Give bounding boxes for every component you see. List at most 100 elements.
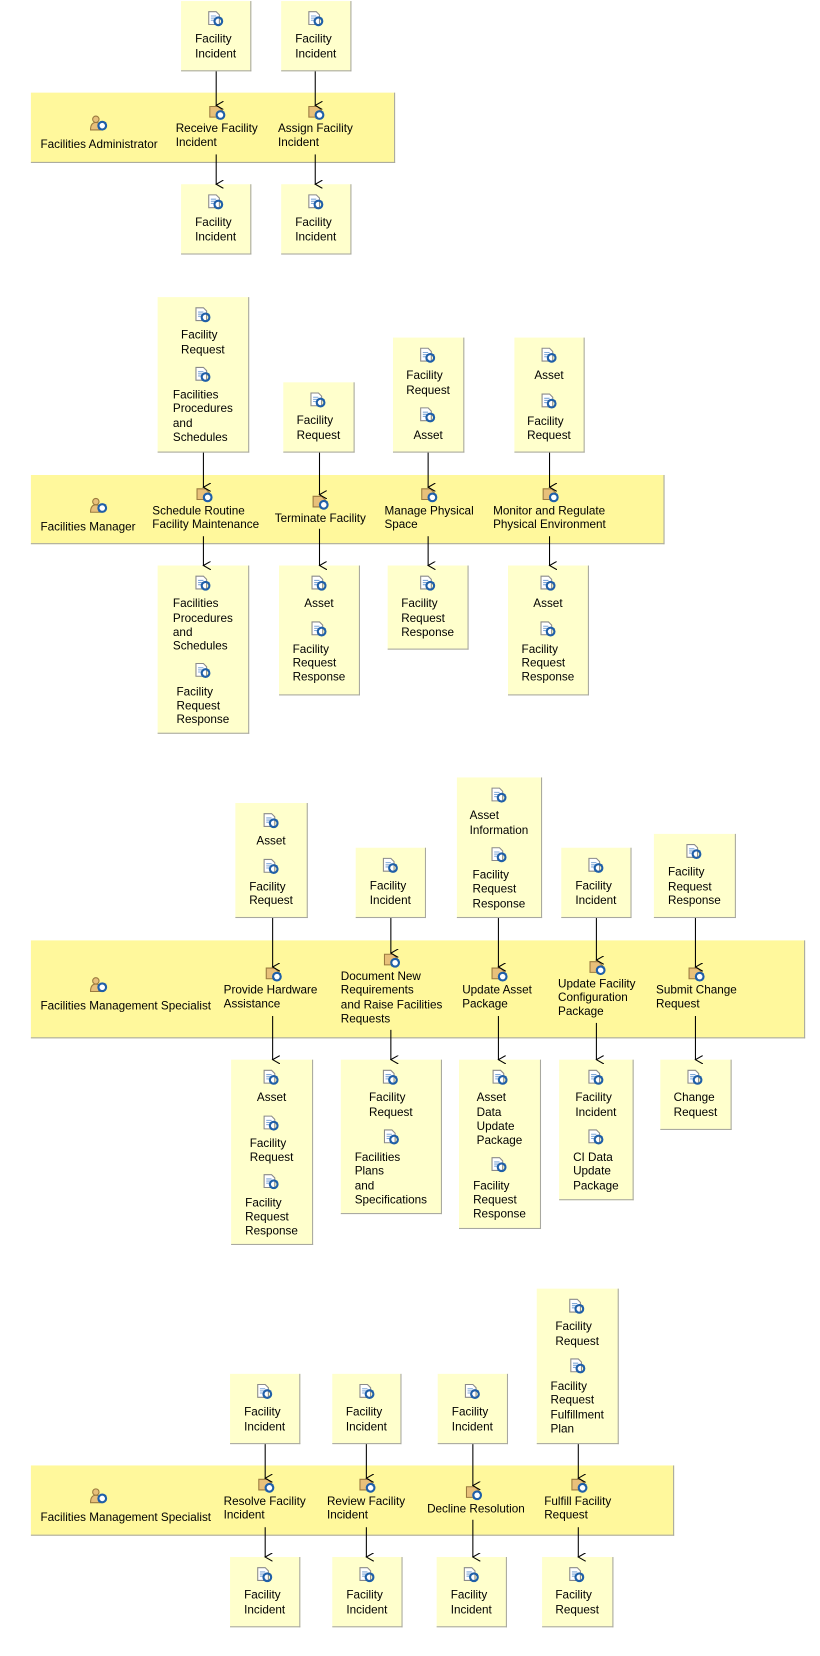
activity[interactable]: Schedule Routine Facility Maintenance: [152, 486, 259, 532]
artifact-item[interactable]: Asset: [304, 575, 334, 612]
role[interactable]: Facilities Administrator: [40, 115, 158, 151]
output-artifact-box[interactable]: Facility Incident: [436, 1557, 507, 1628]
artifact-item[interactable]: CI Data Update Package: [573, 1129, 619, 1194]
artifact-item[interactable]: Facility Request: [249, 858, 293, 909]
output-artifact-box[interactable]: Facility Incident: [332, 1557, 403, 1628]
role[interactable]: Facilities Manager: [40, 497, 136, 533]
input-artifact-box[interactable]: Facility Incident: [437, 1373, 509, 1445]
artifact-item[interactable]: Facility Incident: [451, 1567, 492, 1618]
artifact-item[interactable]: Facility Request: [527, 393, 571, 444]
input-artifact-box[interactable]: Asset Facility Request: [235, 803, 308, 919]
document-artifact-icon: [256, 1383, 274, 1404]
artifact-item[interactable]: Facility Request Response: [668, 843, 721, 908]
output-artifact-box[interactable]: Facility Incident: [181, 184, 252, 255]
activity[interactable]: Review Facility Incident: [327, 1477, 405, 1523]
input-artifact-box[interactable]: Facility Incident: [281, 1, 352, 72]
artifact-item[interactable]: Facility Request Response: [245, 1174, 298, 1239]
artifact-item[interactable]: Facility Incident: [195, 194, 236, 245]
activity[interactable]: Update Asset Package: [462, 966, 532, 1012]
activity[interactable]: Resolve Facility Incident: [224, 1477, 306, 1523]
input-artifact-box[interactable]: Asset Facility Request: [514, 337, 585, 453]
artifact-item[interactable]: Asset: [533, 575, 563, 612]
artifact-item[interactable]: Facilities Procedures and Schedules: [173, 575, 233, 654]
artifact-item[interactable]: Facility Incident: [244, 1383, 285, 1434]
input-artifact-box[interactable]: Facility Request Response: [653, 833, 736, 919]
input-artifact-box[interactable]: Facility Request: [283, 382, 355, 453]
artifact-item[interactable]: Facility Request: [369, 1069, 413, 1120]
role[interactable]: Facilities Management Specialist: [40, 977, 211, 1013]
artifact-item[interactable]: Facility Request Response: [473, 847, 525, 912]
artifact-item[interactable]: Facility Incident: [295, 11, 336, 62]
artifact-item[interactable]: Facility Incident: [575, 857, 616, 908]
input-artifact-box[interactable]: Asset Information Facility Request Respon…: [456, 777, 543, 919]
artifact-item[interactable]: Facility Incident: [370, 857, 411, 908]
artifact-item[interactable]: Facility Request: [297, 392, 340, 443]
artifact-item[interactable]: Facilities Plans and Specifications: [355, 1129, 427, 1208]
output-artifact-box[interactable]: Facility Request Response: [387, 565, 469, 650]
activity[interactable]: Provide Hardware Assistance: [224, 966, 317, 1012]
artifact-item[interactable]: Facility Request: [181, 307, 225, 358]
input-artifact-box[interactable]: Facility Incident: [181, 1, 252, 72]
artifact-item[interactable]: Facility Incident: [346, 1567, 387, 1618]
artifact-item[interactable]: Facility Request Response: [176, 663, 229, 728]
activity[interactable]: Assign Facility Incident: [278, 104, 353, 150]
artifact-item[interactable]: Facility Request Response: [522, 620, 574, 685]
output-artifact-box[interactable]: Facility Incident CI Data Update Package: [559, 1059, 634, 1201]
artifact-item[interactable]: Facility Incident: [575, 1069, 616, 1120]
input-artifact-box[interactable]: Facility Request Facilities Procedures an…: [157, 297, 250, 453]
input-artifact-box[interactable]: Facility Incident: [561, 847, 632, 919]
artifact-item[interactable]: Facility Request Response: [293, 620, 345, 685]
artifact-item[interactable]: Facility Request: [406, 347, 450, 398]
artifact-item[interactable]: Asset: [534, 347, 564, 384]
output-artifact-box[interactable]: Asset Facility Request Response: [279, 565, 360, 696]
artifact-item[interactable]: Facility Incident: [295, 194, 336, 245]
artifact-item[interactable]: Facility Request: [250, 1115, 293, 1166]
artifact-item[interactable]: Facilities Procedures and Schedules: [173, 366, 233, 445]
artifact-item[interactable]: Asset: [257, 1069, 286, 1106]
input-artifact-box[interactable]: Facility Request Asset: [392, 337, 465, 453]
artifact-item[interactable]: Facility Request Response: [473, 1157, 526, 1222]
artifact-item[interactable]: Facility Incident: [244, 1567, 285, 1618]
input-artifact-box[interactable]: Facility Incident: [230, 1373, 301, 1445]
output-artifact-box[interactable]: Asset Facility Request Response: [508, 565, 589, 696]
artifact-item[interactable]: Facility Incident: [346, 1383, 387, 1434]
input-artifact-box[interactable]: Facility Incident: [355, 847, 427, 919]
output-artifact-box[interactable]: Asset Data Update Package Facility Reques…: [459, 1059, 542, 1230]
output-artifact-box[interactable]: Facilities Procedures and Schedules Facil…: [157, 565, 250, 734]
artifact-item[interactable]: Change Request: [674, 1069, 717, 1120]
activity-task-icon: [258, 1477, 277, 1498]
artifact-item[interactable]: Asset Information: [469, 787, 529, 838]
artifact-item[interactable]: Facility Request: [555, 1567, 599, 1618]
activity[interactable]: Receive Facility Incident: [176, 104, 258, 150]
document-artifact-icon: [194, 663, 212, 684]
artifact-label: Facility Request Response: [245, 1196, 298, 1238]
output-artifact-box[interactable]: Facility Request: [542, 1557, 614, 1628]
artifact-item[interactable]: Facility Request: [555, 1298, 599, 1349]
artifact-item[interactable]: Asset: [413, 407, 443, 444]
activity-task-icon: [312, 494, 331, 515]
role[interactable]: Facilities Management Specialist: [40, 1488, 211, 1524]
activity[interactable]: Fulfill Facility Request: [544, 1477, 611, 1523]
activity[interactable]: Terminate Facility: [275, 494, 366, 526]
activity[interactable]: Monitor and Regulate Physical Environmen…: [493, 486, 606, 532]
artifact-item[interactable]: Asset: [256, 813, 286, 850]
artifact-label: Asset Information: [469, 809, 529, 837]
output-artifact-box[interactable]: Facility Incident: [281, 184, 352, 255]
activity[interactable]: Document New Requirements and Raise Faci…: [341, 952, 442, 1027]
input-artifact-box[interactable]: Facility Request Facility Request Fulfill…: [536, 1288, 619, 1445]
artifact-item[interactable]: Facility Request Fulfillment Plan: [551, 1358, 604, 1437]
output-artifact-box[interactable]: Facility Incident: [230, 1557, 301, 1628]
activity[interactable]: Submit Change Request: [656, 966, 737, 1012]
output-artifact-box[interactable]: Asset Facility Request Facility Request Re…: [231, 1059, 314, 1245]
artifact-item[interactable]: Asset Data Update Package: [477, 1069, 522, 1148]
input-artifact-box[interactable]: Facility Incident: [332, 1373, 402, 1445]
artifact-item[interactable]: Facility Incident: [195, 11, 236, 62]
activity[interactable]: Decline Resolution: [427, 1485, 525, 1517]
activity[interactable]: Manage Physical Space: [384, 486, 474, 532]
activity-task-icon: [571, 1477, 590, 1498]
output-artifact-box[interactable]: Facility Request Facilities Plans and Spe…: [340, 1059, 442, 1215]
output-artifact-box[interactable]: Change Request: [660, 1059, 732, 1130]
activity[interactable]: Update Facility Configuration Package: [558, 959, 636, 1020]
artifact-item[interactable]: Facility Incident: [452, 1383, 493, 1434]
artifact-item[interactable]: Facility Request Response: [401, 575, 454, 640]
